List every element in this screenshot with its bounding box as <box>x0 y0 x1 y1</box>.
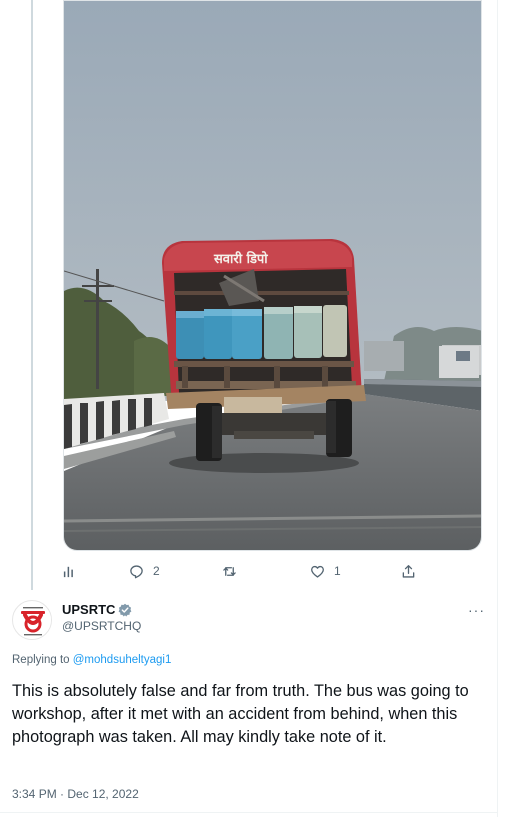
retweet-icon <box>223 566 236 576</box>
author-handle[interactable]: @UPSRTCHQ <box>62 619 141 633</box>
svg-text:सवारी डिपो: सवारी डिपो <box>213 251 268 267</box>
share-icon <box>402 564 415 578</box>
avatar[interactable] <box>12 600 52 640</box>
tweet-divider <box>0 812 498 813</box>
replying-to-line: Replying to @mohdsuheltyagi1 <box>12 654 171 666</box>
reply-count: 2 <box>153 564 160 578</box>
author-name[interactable]: UPSRTC <box>62 602 115 617</box>
like-count: 1 <box>334 564 341 578</box>
retweet-button[interactable] <box>222 561 246 581</box>
tweet-action-bar: 2 1 <box>62 561 482 581</box>
reply-icon <box>130 564 143 578</box>
share-button[interactable] <box>401 561 416 581</box>
bus-photo-illustration: सवारी डिपो <box>64 1 481 550</box>
verified-badge-icon <box>119 603 132 616</box>
more-options-button[interactable]: ··· <box>468 602 485 618</box>
replying-prefix: Replying to <box>12 654 70 666</box>
tweet-timestamp[interactable]: 3:34 PM · Dec 12, 2022 <box>12 787 139 801</box>
reply-button[interactable]: 2 <box>129 561 160 581</box>
upsrtc-logo <box>14 602 51 639</box>
like-button[interactable]: 1 <box>310 561 341 581</box>
replying-to-link[interactable]: @mohdsuheltyagi1 <box>73 654 172 666</box>
tweet-photo[interactable]: सवारी डिपो <box>63 0 482 551</box>
tweet-text: This is absolutely false and far from tr… <box>12 682 469 746</box>
like-icon <box>311 565 324 578</box>
author-name-row[interactable]: UPSRTC <box>62 602 132 617</box>
timeline-border <box>497 0 498 817</box>
analytics-button[interactable] <box>62 561 77 581</box>
thread-connector-line <box>31 0 33 590</box>
analytics-icon <box>63 566 73 577</box>
